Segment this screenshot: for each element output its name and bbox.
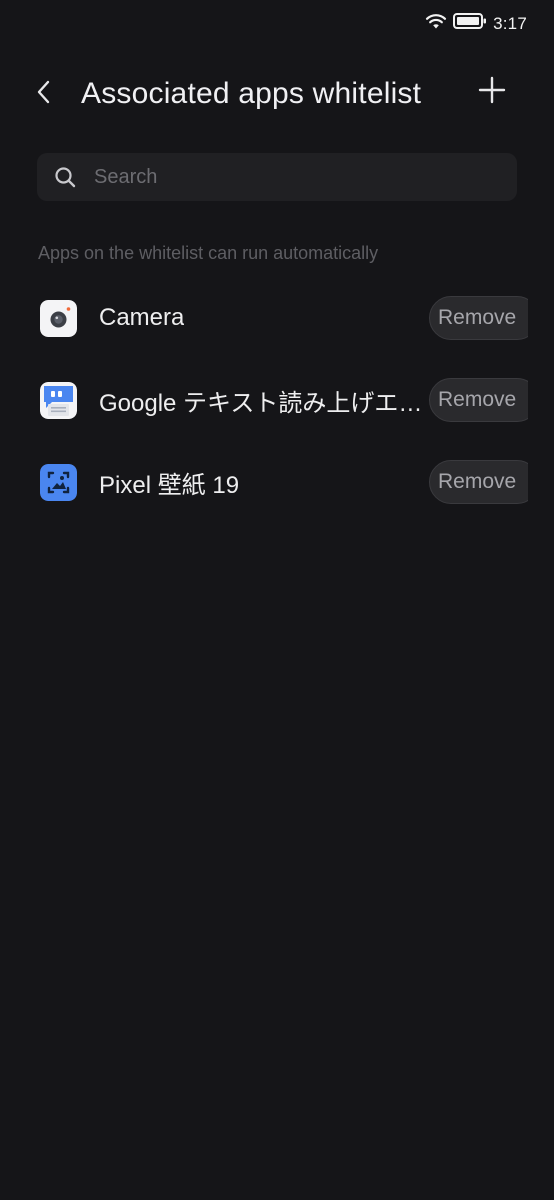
google-tts-app-icon <box>40 381 77 419</box>
search-bar[interactable] <box>37 153 517 201</box>
list-item: Pixel 壁紙 19 Remove <box>0 441 554 523</box>
status-icons: 3:17 <box>425 12 527 35</box>
back-button[interactable] <box>28 76 60 112</box>
whitelist-hint: Apps on the whitelist can run automatica… <box>38 243 379 263</box>
battery-icon <box>453 12 487 35</box>
remove-button[interactable]: Remove <box>429 460 539 504</box>
header: Associated apps whitelist <box>0 64 554 124</box>
app-name: Camera <box>99 304 185 331</box>
status-bar: 3:17 <box>0 0 554 46</box>
status-time: 3:17 <box>493 13 527 33</box>
wifi-icon <box>425 12 447 35</box>
camera-app-icon <box>40 299 77 337</box>
app-name: Google テキスト読み上げエンジン <box>99 389 423 417</box>
list-item: Camera Remove <box>0 277 554 359</box>
chevron-left-icon <box>36 79 52 110</box>
remove-button[interactable]: Remove <box>429 378 539 422</box>
plus-icon <box>478 76 506 109</box>
list-item: Google テキスト読み上げエンジン Remove <box>0 359 554 441</box>
search-input[interactable] <box>92 164 476 190</box>
app-name: Pixel 壁紙 19 <box>99 471 240 499</box>
screen-edge <box>528 0 554 1200</box>
app-list: Camera Remove Google テキスト読み上げエンジン Remove <box>0 277 554 523</box>
search-icon <box>53 165 77 189</box>
remove-button[interactable]: Remove <box>429 296 539 340</box>
page-title: Associated apps whitelist <box>81 77 422 110</box>
pixel-wallpaper-app-icon <box>40 463 77 501</box>
add-app-button[interactable] <box>474 74 510 110</box>
